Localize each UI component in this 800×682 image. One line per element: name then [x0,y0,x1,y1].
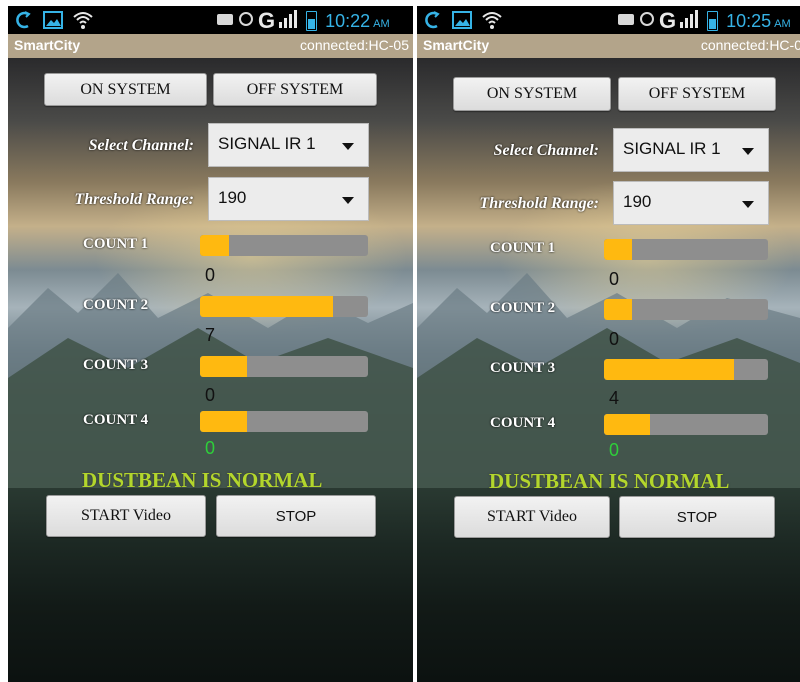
channel-value: SIGNAL IR 1 [623,139,721,158]
channel-value: SIGNAL IR 1 [218,134,316,153]
signal-icon [679,9,699,33]
dropdown-caret-icon [742,201,754,208]
count-2-value: 7 [205,325,216,345]
count-2-progress [604,299,768,320]
data-icon [639,10,655,32]
off-system-button[interactable]: OFF SYSTEM [213,73,377,106]
clock: 10:25 AM [726,10,791,31]
app-bar: SmartCity connected:HC-05 [8,34,413,58]
count-1-label: COUNT 1 [490,240,556,256]
clock: 10:22 AM [325,10,390,31]
count-2-label: COUNT 2 [490,300,556,316]
threshold-range-label: Threshold Range: [479,195,599,212]
count-3-progress [604,359,768,380]
channel-spinner[interactable]: SIGNAL IR 1 [613,128,769,172]
count-3-progress [200,356,368,377]
count-3-label: COUNT 3 [490,360,556,376]
count-2-progress [200,296,368,317]
threshold-value: 190 [218,188,247,207]
count-4-label: COUNT 4 [83,412,149,428]
on-system-button[interactable]: ON SYSTEM [453,77,611,111]
on-system-button[interactable]: ON SYSTEM [44,73,207,106]
app-title: SmartCity [423,37,490,53]
threshold-spinner[interactable]: 190 [208,177,369,221]
count-4-progress [200,411,368,432]
dropdown-caret-icon [342,197,354,204]
threshold-spinner[interactable]: 190 [613,181,769,225]
threshold-range-label: Threshold Range: [74,191,194,208]
screenshot-comparison: G 10:22 AM SmartCity connected:HC-05 ON S… [0,0,800,682]
phone-screen-1: G 10:22 AM SmartCity connected:HC-05 ON S… [8,6,413,682]
app-title: SmartCity [14,37,81,53]
sync-icon [12,9,34,31]
network-type: G [659,8,676,33]
select-channel-label: Select Channel: [493,142,599,159]
count-2-label: COUNT 2 [83,297,149,313]
dropdown-caret-icon [342,143,354,150]
count-1-progress [604,239,768,260]
count-3-value: 4 [609,388,620,408]
start-video-button[interactable]: START Video [454,496,610,538]
start-video-button[interactable]: START Video [46,495,206,537]
count-3-label: COUNT 3 [83,357,149,373]
phone-screen-2: G 10:25 AM SmartCity connected:HC-0 ON SY… [417,6,800,682]
count-1-value: 0 [609,269,620,289]
connection-status: connected:HC-0 [700,37,800,53]
bluetooth-icon [617,10,635,32]
count-1-value: 0 [205,265,216,285]
channel-spinner[interactable]: SIGNAL IR 1 [208,123,369,167]
wifi-icon [481,9,503,31]
status-bar: G 10:22 AM [8,6,413,34]
battery-icon [707,11,719,31]
bluetooth-icon [216,10,234,32]
count-4-progress [604,414,768,435]
image-icon [42,9,64,31]
network-type: G [258,8,275,33]
count-1-label: COUNT 1 [83,236,149,252]
connection-status: connected:HC-05 [300,37,409,53]
stop-button[interactable]: STOP [216,495,376,537]
image-icon [451,9,473,31]
stop-button[interactable]: STOP [619,496,775,538]
dropdown-caret-icon [742,148,754,155]
count-3-value: 0 [205,385,216,405]
off-system-button[interactable]: OFF SYSTEM [618,77,776,111]
app-bar: SmartCity connected:HC-0 [417,34,800,58]
app-content: ON SYSTEM OFF SYSTEM Select Channel: SIG… [8,58,413,682]
status-message: DUSTBEAN IS NORMAL [82,468,323,492]
count-4-value: 0 [205,438,216,458]
threshold-value: 190 [623,192,652,211]
sync-icon [421,9,443,31]
wifi-icon [72,9,94,31]
count-2-value: 0 [609,329,620,349]
count-4-label: COUNT 4 [490,415,556,431]
count-4-value: 0 [609,440,620,460]
data-icon [238,10,254,32]
count-1-progress [200,235,368,256]
status-message: DUSTBEAN IS NORMAL [489,469,730,493]
battery-icon [306,11,318,31]
status-bar: G 10:25 AM [417,6,800,34]
app-content: ON SYSTEM OFF SYSTEM Select Channel: SIG… [417,58,800,682]
select-channel-label: Select Channel: [88,137,194,154]
signal-icon [278,9,298,33]
